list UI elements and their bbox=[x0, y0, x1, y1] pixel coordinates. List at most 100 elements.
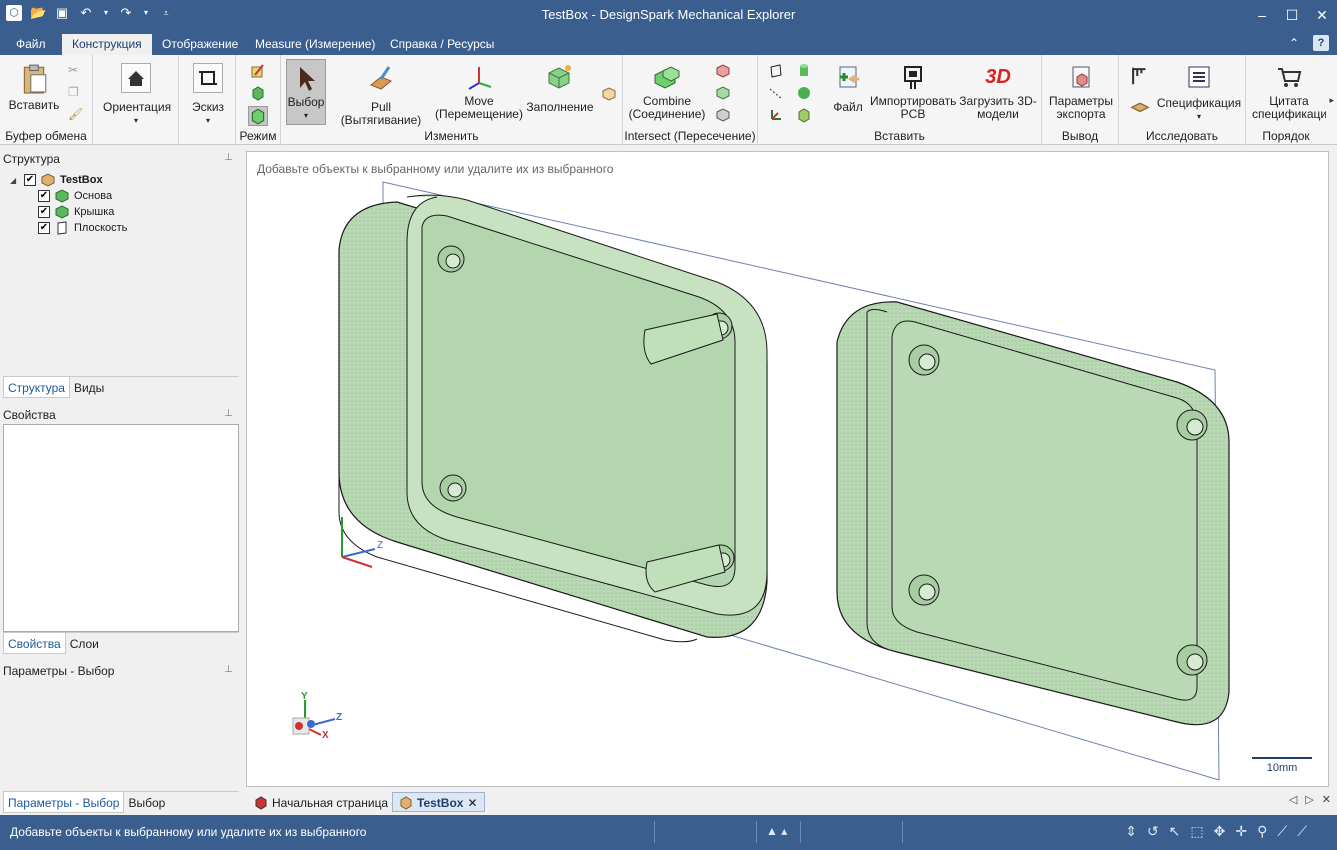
close-icon[interactable]: ✕ bbox=[1307, 0, 1337, 31]
insert-group-label: Вставить bbox=[874, 129, 925, 143]
output-group-label: Вывод bbox=[1061, 129, 1099, 143]
status-warning-icon[interactable]: ▲ ▴ bbox=[766, 824, 787, 838]
shell-icon[interactable] bbox=[796, 107, 812, 123]
3d-models-icon: 3D bbox=[985, 66, 1011, 88]
pan-icon[interactable]: ✛ bbox=[1235, 823, 1247, 840]
specification-button[interactable]: Спецификация ▾ bbox=[1155, 63, 1243, 123]
pin-icon[interactable]: ⊥ bbox=[224, 664, 233, 675]
orientation-button[interactable]: Ориентация ▾ bbox=[103, 63, 171, 127]
tab-layers[interactable]: Слои bbox=[66, 633, 103, 654]
tab-properties[interactable]: Свойства bbox=[3, 633, 66, 654]
view-axes-gizmo[interactable]: Y Z X bbox=[292, 691, 342, 741]
quote-spec-button[interactable]: Цитата спецификаци bbox=[1252, 63, 1326, 121]
minimize-icon[interactable]: – bbox=[1247, 0, 1277, 31]
select-mode-icon[interactable]: ↖ bbox=[1169, 823, 1181, 840]
sphere-icon[interactable] bbox=[796, 85, 812, 101]
section-mode-icon[interactable] bbox=[250, 85, 266, 101]
combine-button[interactable]: Combine (Соединение) bbox=[627, 63, 707, 121]
model-canvas: Z Y Z X bbox=[292, 181, 1230, 781]
tree-node[interactable]: ✔ Крышка bbox=[10, 204, 127, 220]
fill-button[interactable]: Заполнение bbox=[525, 63, 595, 114]
insert-file-button[interactable]: Файл bbox=[828, 63, 868, 114]
doc-tab-testbox[interactable]: TestBox ✕ bbox=[392, 792, 485, 812]
copy-icon[interactable]: ❐ bbox=[68, 85, 84, 101]
pin-icon[interactable]: ⊥ bbox=[224, 152, 233, 163]
measure-line-icon[interactable]: ⟋ bbox=[1277, 823, 1287, 840]
collapse-ribbon-icon[interactable]: ⌃ bbox=[1289, 36, 1299, 50]
tree-node[interactable]: ✔ Основа bbox=[10, 188, 127, 204]
sketch-label: Эскиз bbox=[191, 100, 225, 114]
tab-display[interactable]: Отображение bbox=[152, 34, 248, 55]
scale-label: 10mm bbox=[1266, 762, 1298, 774]
tab-scroll-right-icon[interactable]: ▷ bbox=[1305, 793, 1313, 806]
tab-scroll-left-icon[interactable]: ◁ bbox=[1289, 793, 1297, 806]
tree-node-root[interactable]: ◢ ✔ TestBox bbox=[10, 172, 127, 188]
move-button[interactable]: Move (Перемещение) bbox=[434, 63, 524, 121]
edit-group: Выбор ▾ Pull (Вытягивание) Move (Перемещ… bbox=[281, 55, 623, 145]
lid-part[interactable] bbox=[836, 301, 1230, 726]
bill-icon[interactable] bbox=[1129, 95, 1151, 117]
undo-selection-icon[interactable]: ↺ bbox=[1147, 823, 1159, 840]
split-face-icon[interactable] bbox=[715, 85, 731, 101]
pull-button[interactable]: Pull (Вытягивание) bbox=[331, 63, 431, 127]
replace-icon[interactable] bbox=[601, 85, 617, 101]
tree-node[interactable]: ✔ Плоскость bbox=[10, 220, 127, 236]
sketch-button[interactable]: Эскиз ▾ bbox=[189, 63, 227, 127]
investigate-group: Спецификация ▾ Исследовать bbox=[1119, 55, 1246, 145]
tab-file[interactable]: Файл bbox=[6, 34, 56, 55]
help-icon[interactable]: ? bbox=[1313, 35, 1329, 51]
cut-icon[interactable]: ✂ bbox=[68, 63, 84, 79]
select-dropdown-icon: ▾ bbox=[303, 111, 308, 120]
sketch-icon bbox=[193, 63, 223, 93]
cylinder-icon[interactable] bbox=[796, 63, 812, 79]
3d-mode-icon[interactable] bbox=[248, 106, 268, 126]
visibility-checkbox[interactable]: ✔ bbox=[24, 174, 36, 186]
split-body-icon[interactable] bbox=[715, 63, 731, 79]
tab-options-select[interactable]: Параметры - Выбор bbox=[3, 792, 125, 813]
visibility-checkbox[interactable]: ✔ bbox=[38, 190, 50, 202]
document-icon bbox=[400, 796, 412, 810]
zoom-icon[interactable]: ⚲ bbox=[1257, 823, 1267, 840]
tab-selection[interactable]: Выбор bbox=[124, 792, 169, 813]
select-button[interactable]: Выбор ▾ bbox=[286, 59, 326, 125]
export-options-button[interactable]: Параметры экспорта bbox=[1046, 63, 1116, 121]
structure-panel-tabs: Структура Виды bbox=[3, 376, 239, 398]
base-part[interactable] bbox=[338, 194, 768, 643]
doc-tab-start-page[interactable]: Начальная страница bbox=[248, 792, 394, 812]
box-select-icon[interactable]: ⬚ bbox=[1190, 823, 1203, 840]
orbit-icon[interactable]: ✥ bbox=[1214, 823, 1226, 840]
collapse-icon[interactable]: ◢ bbox=[10, 176, 20, 185]
options-panel-tabs: Параметры - Выбор Выбор bbox=[3, 791, 239, 813]
tab-construction[interactable]: Конструкция bbox=[62, 34, 152, 55]
maximize-icon[interactable]: ☐ bbox=[1277, 0, 1307, 31]
tab-views[interactable]: Виды bbox=[70, 377, 108, 398]
ribbon-scroll-right-icon[interactable]: ▸ bbox=[1329, 95, 1334, 106]
scale-bar: 10mm bbox=[1252, 757, 1312, 774]
3d-viewport[interactable]: Добавьте объекты к выбранному или удалит… bbox=[246, 151, 1329, 787]
window-title: TestBox - DesignSpark Mechanical Explore… bbox=[541, 7, 796, 22]
specification-label: Спецификация bbox=[1156, 96, 1242, 110]
axis-tool-icon[interactable] bbox=[768, 85, 784, 101]
sketch-mode-icon[interactable] bbox=[250, 63, 266, 79]
pin-icon[interactable]: ⊥ bbox=[224, 408, 233, 419]
load-3d-models-button[interactable]: 3D Загрузить 3D-модели bbox=[958, 63, 1038, 121]
project-icon[interactable] bbox=[715, 107, 731, 123]
tab-help-resources[interactable]: Справка / Ресурсы bbox=[380, 34, 504, 55]
close-document-icon[interactable]: ✕ bbox=[1322, 793, 1331, 806]
tab-structure[interactable]: Структура bbox=[3, 377, 70, 398]
visibility-checkbox[interactable]: ✔ bbox=[38, 206, 50, 218]
paste-button[interactable]: Вставить bbox=[8, 61, 60, 112]
status-bar: Добавьте объекты к выбранному или удалит… bbox=[0, 815, 1337, 850]
dimension-icon[interactable]: ⟋ bbox=[1297, 823, 1307, 840]
mode-group: Режим bbox=[236, 55, 281, 145]
close-tab-icon[interactable]: ✕ bbox=[467, 796, 477, 810]
measure-calipers-icon[interactable] bbox=[1129, 65, 1151, 87]
export-options-icon bbox=[1072, 66, 1090, 88]
plane-tool-icon[interactable] bbox=[768, 63, 784, 79]
tab-measure[interactable]: Measure (Измерение) bbox=[245, 34, 385, 55]
import-pcb-button[interactable]: Импортировать PCB bbox=[870, 63, 956, 121]
spin-icon[interactable]: ⇕ bbox=[1125, 823, 1137, 840]
format-painter-icon[interactable]: 🖌 bbox=[68, 107, 84, 123]
visibility-checkbox[interactable]: ✔ bbox=[38, 222, 50, 234]
origin-tool-icon[interactable] bbox=[768, 107, 784, 123]
